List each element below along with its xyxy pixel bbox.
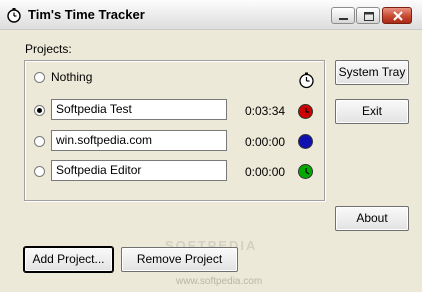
watermark-url: www.softpedia.com [176,276,263,287]
stopwatch-icon [6,7,22,23]
nothing-label: Nothing [51,70,93,84]
radio-project-2[interactable] [34,136,45,147]
project-time: 0:03:34 [245,104,286,118]
system-tray-button[interactable]: System Tray [335,60,409,85]
minimize-button[interactable] [331,7,355,24]
close-button[interactable] [382,7,412,24]
close-icon [393,11,403,21]
window-title: Tim's Time Tracker [28,7,145,22]
project-time: 0:00:00 [245,135,286,149]
maximize-button[interactable] [356,7,380,24]
add-project-button[interactable]: Add Project... [24,247,113,272]
projects-label: Projects: [25,42,72,56]
title-bar[interactable]: Tim's Time Tracker [0,0,422,30]
project-name-field[interactable]: win.softpedia.com [51,130,227,151]
remove-project-button[interactable]: Remove Project [121,247,238,272]
red-stopwatch-icon[interactable] [298,104,313,119]
radio-project-1[interactable] [34,105,45,116]
project-name-field[interactable]: Softpedia Test [51,99,227,120]
project-time: 0:00:00 [245,165,286,179]
radio-project-3[interactable] [34,166,45,177]
green-stopwatch-icon[interactable] [298,164,313,179]
clock-icon [298,72,315,92]
exit-button[interactable]: Exit [335,99,409,124]
project-name-field[interactable]: Softpedia Editor [51,160,227,181]
app-window: Tim's Time Tracker Projects: Nothing Sof… [0,0,422,292]
about-button[interactable]: About [335,206,409,231]
radio-nothing[interactable] [34,72,45,83]
minimize-icon [339,18,348,20]
blue-stopwatch-icon[interactable] [298,134,313,149]
